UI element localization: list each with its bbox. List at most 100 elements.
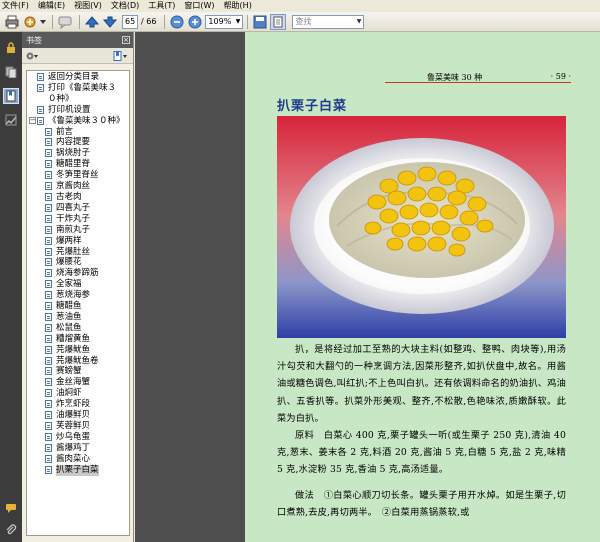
bookmark-item[interactable]: 松鼠鱼 — [27, 323, 129, 334]
bookmark-page-icon — [45, 432, 52, 441]
bookmark-item[interactable]: 酱肉菜心 — [27, 454, 129, 465]
bookmark-page-icon — [45, 356, 52, 365]
bookmark-label: 松鼠鱼 — [56, 322, 82, 333]
save-icon[interactable] — [252, 14, 268, 30]
bookmark-item[interactable]: 干炸丸子 — [27, 214, 129, 225]
close-icon[interactable]: × — [122, 36, 130, 44]
menu-help[interactable]: 帮助(H) — [224, 0, 252, 12]
zoom-in-icon[interactable] — [187, 14, 203, 30]
options-menu-icon[interactable] — [26, 51, 38, 61]
lock-icon[interactable] — [3, 40, 19, 56]
print-icon[interactable] — [4, 14, 20, 30]
bookmark-item[interactable]: 烧海参蹄筋 — [27, 268, 129, 279]
bookmark-item[interactable]: 四喜丸子 — [27, 203, 129, 214]
bookmark-page-icon — [45, 378, 52, 387]
zoom-select[interactable]: 109% ▼ — [205, 14, 244, 29]
comments-icon[interactable] — [3, 500, 19, 516]
bookmarks-tree: 返回分类目录 打印《鲁菜美味３０种》 打印机设置 − 《鲁菜美味３０种》 前言 内容提要 锅烧… — [26, 70, 130, 536]
bookmark-item[interactable]: 冬笋里脊丝 — [27, 170, 129, 181]
bookmark-page-icon — [45, 345, 52, 354]
bookmarks-icon[interactable] — [3, 88, 19, 104]
bookmark-item[interactable]: 南煎丸子 — [27, 225, 129, 236]
bookmark-label: 前言 — [56, 126, 74, 137]
bookmark-item[interactable]: 芫爆鱿鱼 — [27, 345, 129, 356]
bookmark-item[interactable]: 糟熘黄鱼 — [27, 334, 129, 345]
bookmark-item[interactable]: 打印《鲁菜美味３０种》 — [27, 83, 123, 105]
search-input[interactable]: 查找 ▼ — [292, 14, 365, 29]
bookmark-item[interactable]: 糖醋里脊 — [27, 159, 129, 170]
bookmark-item[interactable]: 打印机设置 — [27, 105, 129, 116]
bookmark-page-icon — [45, 422, 52, 430]
bookmark-item[interactable]: 内容提要 — [27, 137, 129, 148]
bookmark-label: 南煎丸子 — [56, 224, 91, 235]
bookmark-item[interactable]: − 《鲁菜美味３０种》 — [27, 116, 129, 127]
bookmark-item[interactable]: 金丝海蟹 — [27, 377, 129, 388]
fit-page-icon[interactable] — [270, 13, 287, 30]
previous-page-icon[interactable] — [84, 14, 100, 30]
chevron-down-icon: ▼ — [235, 17, 241, 25]
new-bookmark-icon[interactable] — [113, 50, 127, 61]
bookmark-page-icon — [45, 367, 52, 376]
dropdown-arrow-icon[interactable] — [40, 14, 46, 30]
bookmark-item[interactable]: 爆腰花 — [27, 257, 129, 268]
bookmark-item[interactable]: 扒栗子白菜 — [27, 464, 129, 476]
bookmark-item[interactable]: 油焖虾 — [27, 388, 129, 399]
menu-window[interactable]: 窗口(W) — [184, 0, 214, 12]
bookmark-page-icon — [45, 400, 52, 409]
bookmark-item[interactable]: 油爆鲜贝 — [27, 410, 129, 421]
bookmark-item[interactable]: 全家福 — [27, 279, 129, 290]
attachment-icon[interactable] — [3, 522, 19, 538]
bookmark-label: 芫爆肚丝 — [56, 246, 91, 257]
collapse-icon[interactable]: − — [29, 116, 36, 124]
bookmark-item[interactable]: 锅烧肘子 — [27, 148, 129, 159]
bookmark-page-icon — [37, 116, 44, 125]
bookmark-item[interactable]: 酱爆鸡丁 — [27, 443, 129, 454]
bookmark-item[interactable]: 爆两样 — [27, 236, 129, 247]
bookmark-item[interactable]: 炒乌龟蛋 — [27, 432, 129, 443]
document-area[interactable]: 鲁菜美味 30 种 · 59 · 扒栗子白菜 扒，是将经过加工至熟的大块主料(如… — [135, 32, 600, 542]
header-rule — [385, 82, 571, 83]
bookmark-page-icon — [45, 323, 52, 332]
bookmark-item[interactable]: 前言 — [27, 127, 129, 138]
bookmark-label: 葱油鱼 — [56, 311, 82, 322]
zoom-value: 109% — [208, 16, 232, 26]
bookmark-item[interactable]: 古老肉 — [27, 192, 129, 203]
bookmark-item[interactable]: 芫爆鱿鱼卷 — [27, 356, 129, 367]
ingredients-paragraph: 原料 白菜心 400 克,栗子罐头一听(或生栗子 250 克),清油 40 克,… — [277, 430, 566, 476]
bookmark-item[interactable]: 返回分类目录 — [27, 72, 129, 83]
menu-document[interactable]: 文档(D) — [111, 0, 139, 12]
bookmark-page-icon — [45, 389, 52, 398]
navigation-strip — [0, 32, 22, 542]
share-icon[interactable] — [22, 14, 38, 30]
bookmark-label: 糟熘黄鱼 — [56, 333, 91, 344]
signatures-icon[interactable] — [3, 112, 19, 128]
bookmark-label: 酱肉菜心 — [56, 453, 91, 464]
bookmark-label: 芙蓉鲜贝 — [56, 421, 91, 431]
page-number-input[interactable]: 65 — [122, 14, 138, 29]
pages-icon[interactable] — [3, 64, 19, 80]
bookmark-label: 油焖虾 — [56, 388, 82, 399]
bookmark-item[interactable]: 芙蓉鲜贝 — [27, 421, 129, 432]
toolbar-separator — [52, 14, 53, 29]
bookmark-page-icon — [45, 454, 52, 463]
menu-tools[interactable]: 工具(T) — [148, 0, 175, 12]
bookmark-item[interactable]: 葱油鱼 — [27, 312, 129, 323]
next-page-icon[interactable] — [102, 14, 118, 30]
bookmark-page-icon — [45, 182, 52, 191]
menu-view[interactable]: 视图(V) — [74, 0, 102, 12]
bookmark-item[interactable]: 糖醋鱼 — [27, 301, 129, 312]
bookmark-page-icon — [45, 203, 52, 212]
comment-icon[interactable] — [57, 14, 73, 30]
bookmark-label: 古老肉 — [56, 191, 82, 202]
bookmark-item[interactable]: 芫爆肚丝 — [27, 247, 129, 258]
menu-edit[interactable]: 编辑(E) — [38, 0, 65, 12]
page-number-label: · 59 · — [550, 72, 571, 81]
bookmark-item[interactable]: 炸烹虾段 — [27, 399, 129, 410]
bookmark-page-icon — [45, 149, 52, 158]
bookmark-item[interactable]: 葱烧海参 — [27, 290, 129, 301]
bookmark-item[interactable]: 赛螃蟹 — [27, 366, 129, 377]
zoom-out-icon[interactable] — [169, 14, 185, 30]
bookmark-item[interactable]: 京酱肉丝 — [27, 181, 129, 192]
bookmark-page-icon — [45, 334, 52, 343]
menu-file[interactable]: 文件(F) — [2, 0, 29, 12]
